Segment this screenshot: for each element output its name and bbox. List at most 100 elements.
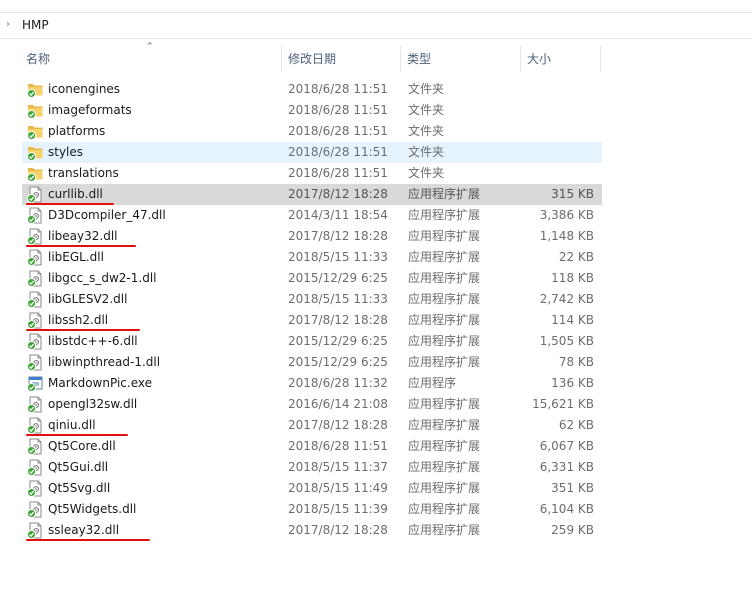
file-row[interactable]: libeay32.dll 2017/8/12 18:28 应用程序扩展 1,148 K… (22, 226, 602, 247)
file-type: 应用程序扩展 (408, 313, 481, 327)
file-name[interactable]: Qt5Svg.dll (48, 478, 110, 499)
file-name[interactable]: curllib.dll (48, 184, 103, 205)
column-divider[interactable] (600, 46, 601, 72)
file-date: 2015/12/29 6:25 (288, 355, 388, 369)
file-date: 2018/5/15 11:33 (288, 292, 388, 306)
dll-icon (27, 312, 44, 329)
file-name[interactable]: translations (48, 163, 119, 184)
file-size: 351 KB (551, 481, 594, 495)
file-row[interactable]: libGLESV2.dll 2018/5/15 11:33 应用程序扩展 2,742 … (22, 289, 602, 310)
file-name[interactable]: libssh2.dll (48, 310, 108, 331)
folder-icon (27, 102, 44, 119)
file-row[interactable]: libgcc_s_dw2-1.dll 2015/12/29 6:25 应用程序扩展 1… (22, 268, 602, 289)
column-header-date[interactable]: 修改日期 (282, 44, 400, 74)
breadcrumb[interactable]: › HMP (0, 14, 752, 39)
file-name[interactable]: MarkdownPic.exe (48, 373, 152, 394)
folder-icon (27, 81, 44, 98)
dll-icon (27, 522, 44, 539)
file-name[interactable]: iconengines (48, 79, 120, 100)
file-row[interactable]: platforms 2018/6/28 11:51 文件夹 (22, 121, 602, 142)
chevron-right-icon[interactable]: › (6, 19, 16, 31)
file-type: 应用程序扩展 (408, 460, 481, 474)
file-size: 15,621 KB (532, 397, 594, 411)
column-header-size[interactable]: 大小 (521, 44, 601, 74)
file-size: 1,148 KB (539, 229, 594, 243)
dll-icon (27, 207, 44, 224)
file-row[interactable]: qiniu.dll 2017/8/12 18:28 应用程序扩展 62 KB (22, 415, 602, 436)
dll-icon (27, 186, 44, 203)
file-date: 2018/5/15 11:49 (288, 481, 388, 495)
file-type: 应用程序扩展 (408, 208, 481, 222)
file-row[interactable]: D3Dcompiler_47.dll 2014/3/11 18:54 应用程序扩展 3… (22, 205, 602, 226)
file-size: 22 KB (558, 250, 594, 264)
file-name[interactable]: platforms (48, 121, 105, 142)
file-name[interactable]: libgcc_s_dw2-1.dll (48, 268, 156, 289)
file-size: 3,386 KB (539, 208, 594, 222)
file-type: 文件夹 (408, 103, 445, 117)
file-date: 2018/5/15 11:39 (288, 502, 388, 516)
breadcrumb-path[interactable]: HMP (22, 18, 49, 32)
file-date: 2017/8/12 18:28 (288, 313, 388, 327)
file-row[interactable]: libwinpthread-1.dll 2015/12/29 6:25 应用程序扩展… (22, 352, 602, 373)
file-type: 应用程序扩展 (408, 523, 481, 537)
file-row[interactable]: Qt5Widgets.dll 2018/5/15 11:39 应用程序扩展 6,104… (22, 499, 602, 520)
file-type: 应用程序扩展 (408, 187, 481, 201)
folder-icon (27, 123, 44, 140)
file-name[interactable]: qiniu.dll (48, 415, 96, 436)
dll-icon (27, 291, 44, 308)
file-row[interactable]: curllib.dll 2017/8/12 18:28 应用程序扩展 315 KB (22, 184, 602, 205)
file-date: 2018/6/28 11:51 (288, 166, 388, 180)
file-type: 应用程序扩展 (408, 502, 481, 516)
file-name[interactable]: libwinpthread-1.dll (48, 352, 160, 373)
file-row[interactable]: translations 2018/6/28 11:51 文件夹 (22, 163, 602, 184)
dll-icon (27, 438, 44, 455)
file-name[interactable]: Qt5Widgets.dll (48, 499, 136, 520)
file-name[interactable]: libEGL.dll (48, 247, 104, 268)
file-name[interactable]: imageformats (48, 100, 132, 121)
file-type: 文件夹 (408, 124, 445, 138)
folder-icon (27, 144, 44, 161)
file-type: 应用程序扩展 (408, 292, 481, 306)
file-type: 应用程序扩展 (408, 439, 481, 453)
file-size: 78 KB (558, 355, 594, 369)
file-name[interactable]: libGLESV2.dll (48, 289, 127, 310)
file-date: 2017/8/12 18:28 (288, 229, 388, 243)
file-name[interactable]: libstdc++-6.dll (48, 331, 138, 352)
dll-icon (27, 396, 44, 413)
dll-icon (27, 228, 44, 245)
file-row[interactable]: ssleay32.dll 2017/8/12 18:28 应用程序扩展 259 KB (22, 520, 602, 541)
file-row[interactable]: styles 2018/6/28 11:51 文件夹 (22, 142, 602, 163)
column-header-type[interactable]: 类型 (401, 44, 520, 74)
file-name[interactable]: ssleay32.dll (48, 520, 119, 541)
file-row[interactable]: imageformats 2018/6/28 11:51 文件夹 (22, 100, 602, 121)
file-name[interactable]: Qt5Core.dll (48, 436, 116, 457)
file-row[interactable]: iconengines 2018/6/28 11:51 文件夹 (22, 79, 602, 100)
file-date: 2018/6/28 11:51 (288, 145, 388, 159)
file-row[interactable]: opengl32sw.dll 2016/6/14 21:08 应用程序扩展 15,62… (22, 394, 602, 415)
file-date: 2018/6/28 11:51 (288, 82, 388, 96)
file-row[interactable]: MarkdownPic.exe 2018/6/28 11:32 应用程序 136 KB (22, 373, 602, 394)
file-row[interactable]: libstdc++-6.dll 2015/12/29 6:25 应用程序扩展 1,50… (22, 331, 602, 352)
file-name[interactable]: D3Dcompiler_47.dll (48, 205, 166, 226)
file-row[interactable]: libssh2.dll 2017/8/12 18:28 应用程序扩展 114 KB (22, 310, 602, 331)
file-size: 136 KB (551, 376, 594, 390)
file-name[interactable]: Qt5Gui.dll (48, 457, 108, 478)
red-underline-annotation (26, 539, 150, 541)
toolbar-strip (0, 0, 752, 13)
file-date: 2015/12/29 6:25 (288, 271, 388, 285)
file-date: 2016/6/14 21:08 (288, 397, 388, 411)
file-row[interactable]: Qt5Core.dll 2018/6/28 11:51 应用程序扩展 6,067 KB (22, 436, 602, 457)
file-row[interactable]: Qt5Svg.dll 2018/5/15 11:49 应用程序扩展 351 KB (22, 478, 602, 499)
file-size: 6,331 KB (539, 460, 594, 474)
file-date: 2018/6/28 11:51 (288, 124, 388, 138)
file-date: 2017/8/12 18:28 (288, 187, 388, 201)
file-size: 114 KB (551, 313, 594, 327)
file-row[interactable]: Qt5Gui.dll 2018/5/15 11:37 应用程序扩展 6,331 KB (22, 457, 602, 478)
dll-icon (27, 354, 44, 371)
file-name[interactable]: styles (48, 142, 83, 163)
file-name[interactable]: libeay32.dll (48, 226, 118, 247)
file-type: 应用程序扩展 (408, 418, 481, 432)
file-name[interactable]: opengl32sw.dll (48, 394, 137, 415)
file-date: 2018/5/15 11:33 (288, 250, 388, 264)
file-row[interactable]: libEGL.dll 2018/5/15 11:33 应用程序扩展 22 KB (22, 247, 602, 268)
